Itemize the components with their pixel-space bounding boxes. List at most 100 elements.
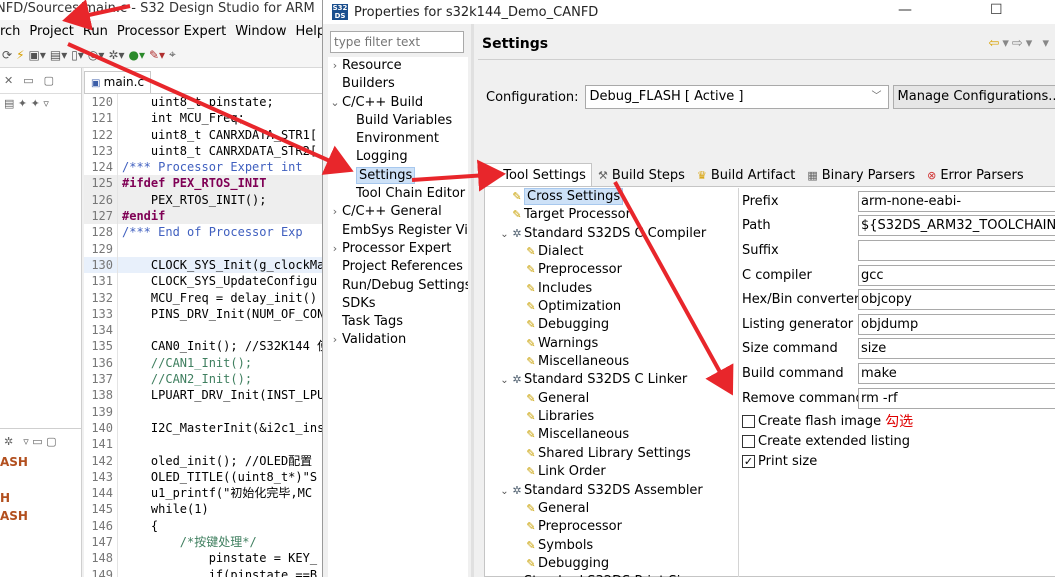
editor-tab-main[interactable]: ▣ main.c [84, 71, 152, 93]
minimize-icon[interactable]: — [898, 2, 912, 18]
code-line[interactable]: 132 MCU_Freq = delay_init() [84, 289, 330, 306]
code-line[interactable]: 129 [84, 240, 330, 257]
code-line[interactable]: 136 //CAN1_Init(); [84, 354, 330, 372]
nav-item-project-references[interactable]: Project References [328, 258, 468, 276]
nav-item-environment[interactable]: Environment [328, 130, 468, 148]
checkbox-row-create-extended-listing[interactable]: Create extended listing [742, 431, 910, 451]
view-menu-icon[interactable]: ▿ ▭ ▢ [23, 435, 56, 448]
tool-tree-item[interactable]: ✎ General [499, 390, 738, 408]
minimize-icon[interactable]: ▭ [23, 74, 33, 87]
code-line[interactable]: 122 uint8_t CANRXDATA_STR1[ [84, 126, 330, 143]
nav-item-sdks[interactable]: SDKs [328, 295, 468, 313]
field-input[interactable]: size [858, 338, 1055, 360]
chevron-down-icon[interactable]: ⌄ [499, 226, 510, 244]
tool-tree-item[interactable]: ✎ Shared Library Settings [499, 445, 738, 463]
filter-input[interactable] [330, 31, 464, 53]
view-menu-icon[interactable]: ▾ [1042, 36, 1052, 51]
nav-item-embsys-register-view[interactable]: EmbSys Register View [328, 222, 468, 240]
list-item[interactable]: ASH [0, 507, 81, 525]
code-line[interactable]: 149 if(pinstate ==B [84, 566, 330, 577]
tab-tool-settings[interactable]: ✲ Tool Settings [484, 163, 592, 187]
nav-item-processor-expert[interactable]: › Processor Expert [328, 240, 468, 258]
tool-tree-item[interactable]: ✎ Preprocessor [499, 518, 738, 536]
field-input[interactable]: make [858, 362, 1055, 384]
back-icon[interactable]: ⇦ [988, 36, 1002, 51]
list-item[interactable]: H [0, 489, 81, 507]
tool-tree-item[interactable]: ✎ Optimization [499, 298, 738, 316]
field-input[interactable] [858, 239, 1055, 261]
code-line[interactable]: 125 #ifdef PEX_RTOS_INIT [84, 175, 330, 192]
chevron-down-icon[interactable]: ⌄ [499, 372, 510, 390]
tool-tree-item[interactable]: ✎ Debugging [499, 316, 738, 334]
configuration-select[interactable]: Debug_FLASH [ Active ] ﹀ [584, 85, 889, 109]
code-line[interactable]: 137 //CAN2_Init(); [84, 371, 330, 388]
tool-tree-item[interactable]: ✎ Miscellaneous [499, 426, 738, 444]
tool-tree-item[interactable]: ✎ Symbols [499, 537, 738, 555]
chevron-right-icon[interactable]: › [328, 240, 342, 258]
tool-icon[interactable]: ✎▾ [149, 48, 165, 62]
tool-tree-item[interactable]: ✎ Includes [499, 280, 738, 298]
checkbox-row-print-size[interactable]: ✓ Print size [742, 451, 817, 471]
code-line[interactable]: 144 u1_printf("初始化完毕,MC [84, 485, 330, 502]
nav-item-resource[interactable]: › Resource [328, 57, 468, 75]
build-icon[interactable]: ⚡ [16, 48, 24, 62]
field-input[interactable]: objdump [858, 313, 1055, 335]
tool-tree-item[interactable]: ⌄ ✲ Standard S32DS C Linker [499, 371, 738, 389]
chevron-down-icon[interactable]: ⌄ [499, 483, 510, 501]
code-line[interactable]: 135 CAN0_Init(); //S32K144 使 [84, 338, 330, 355]
settings-icon[interactable]: ✲ [4, 435, 13, 448]
code-line[interactable]: 141 [84, 436, 330, 453]
code-line[interactable]: 145 while(1) [84, 501, 330, 518]
tool-tree-item[interactable]: ✎ General [499, 500, 738, 518]
splitter[interactable] [471, 24, 474, 577]
nav-item-builders[interactable]: Builders [328, 75, 468, 93]
code-line[interactable]: 139 [84, 403, 330, 420]
nav-item-validation[interactable]: › Validation [328, 331, 468, 349]
tool-tree-item[interactable]: ✎ Link Order [499, 463, 738, 481]
code-line[interactable]: 133 PINS_DRV_Init(NUM_OF_CON [84, 305, 330, 323]
code-lines[interactable]: 120 uint8_t pinstate; 121 int MCU_Freq; 12… [84, 94, 330, 577]
back-forward-icons[interactable]: ⇦▾⇨▾ ▾ [988, 36, 1052, 51]
menu-project[interactable]: Project [29, 24, 73, 39]
view-toolbar-icons[interactable]: ▤ ✦ ✦ ▿ [0, 94, 81, 113]
field-input[interactable]: objcopy [858, 289, 1055, 311]
tool-tree-item[interactable]: ✎ Cross Settings [499, 188, 738, 206]
tool-tree-item[interactable]: ✎ Miscellaneous [499, 353, 738, 371]
code-line[interactable]: 126 PEX_RTOS_INIT(); [84, 191, 330, 209]
checkbox-row-create-flash-image[interactable]: Create flash image 勾选 [742, 411, 913, 431]
field-input[interactable]: gcc [858, 264, 1055, 286]
tool-tree-item[interactable]: ✎ Warnings [499, 335, 738, 353]
field-input[interactable]: ${S32DS_ARM32_TOOLCHAIN_ [858, 215, 1055, 237]
tab-build-steps[interactable]: ⚒ Build Steps [592, 165, 691, 187]
code-line[interactable]: 123 uint8_t CANRXDATA_STR2[ [84, 142, 330, 160]
tab-binary-parsers[interactable]: ▦ Binary Parsers [801, 165, 921, 187]
checkbox-checked[interactable]: ✓ [742, 454, 755, 468]
tab-error-parsers[interactable]: ⊗ Error Parsers [921, 165, 1030, 187]
menu-run[interactable]: Run [83, 24, 108, 39]
doc-icon[interactable]: ▯▾ [71, 48, 84, 62]
code-line[interactable]: 147 /*按键处理*/ [84, 534, 330, 551]
nav-item-logging[interactable]: Logging [328, 148, 468, 166]
code-line[interactable]: 124 /*** Processor Expert int [84, 159, 330, 176]
checkbox[interactable] [742, 414, 755, 428]
code-line[interactable]: 143 OLED_TITLE((uint8_t*)"S [84, 468, 330, 486]
maximize-icon[interactable]: ▢ [44, 74, 54, 87]
nav-item-c-c-general[interactable]: › C/C++ General [328, 203, 468, 221]
debug-icon[interactable]: ✲▾ [108, 48, 124, 62]
code-line[interactable]: 140 I2C_MasterInit(&i2c1_ins [84, 419, 330, 437]
checkbox[interactable] [742, 434, 755, 448]
tool-tree-item[interactable]: ✎ Preprocessor [499, 261, 738, 279]
menu-help[interactable]: Help [295, 24, 325, 39]
menu-window[interactable]: Window [235, 24, 286, 39]
new-icon[interactable]: ▣▾ [29, 48, 46, 62]
code-line[interactable]: 128 /*** End of Processor Exp [84, 224, 330, 241]
code-line[interactable]: 134 [84, 322, 330, 339]
code-line[interactable]: 130 CLOCK_SYS_Init(g_clockMa [84, 256, 330, 274]
tool-tree-item[interactable]: ✎ Libraries [499, 408, 738, 426]
nav-item-settings[interactable]: Settings [328, 166, 468, 185]
menu-processor-expert[interactable]: Processor Expert [117, 24, 226, 39]
code-line[interactable]: 148 pinstate = KEY_ [84, 550, 330, 567]
code-line[interactable]: 131 CLOCK_SYS_UpdateConfigu [84, 273, 330, 290]
nav-item-build-variables[interactable]: Build Variables [328, 112, 468, 130]
field-input[interactable]: rm -rf [858, 387, 1055, 409]
